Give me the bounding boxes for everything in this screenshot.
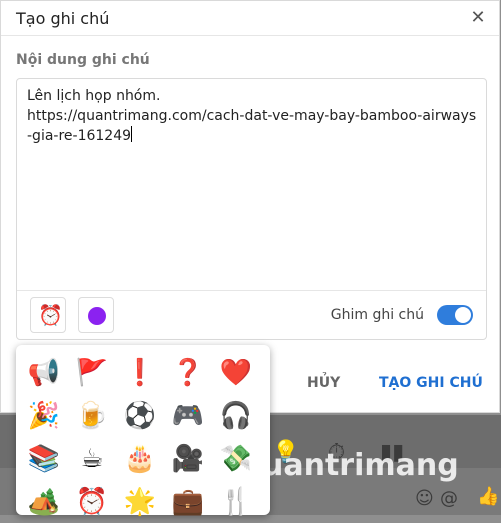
smile-icon: ☺ — [415, 488, 434, 509]
emoji-option[interactable]: ⏰ — [68, 480, 116, 523]
emoji-option[interactable]: 🍺 — [68, 394, 116, 437]
emoji-option[interactable]: 🏕️ — [20, 480, 68, 523]
dialog-title: Tạo ghi chú — [16, 9, 110, 28]
emoji-option[interactable]: 💸 — [212, 437, 260, 480]
emoji-option[interactable]: 🌟 — [116, 480, 164, 523]
emoji-option[interactable]: 🎉 — [20, 394, 68, 437]
emoji-option[interactable]: 🚩 — [68, 351, 116, 394]
create-note-button[interactable]: TẠO GHI CHÚ — [379, 375, 483, 391]
emoji-option[interactable]: ❗ — [116, 351, 164, 394]
toggle-knob — [455, 307, 471, 323]
emoji-option[interactable]: 🎂 — [116, 437, 164, 480]
section-label: Nội dung ghi chú — [16, 52, 150, 68]
watermark: uantrimang — [262, 448, 459, 483]
emoji-option[interactable]: 📢 — [20, 351, 68, 394]
note-text: Lên lịch họp nhóm. https://quantrimang.c… — [27, 88, 477, 144]
emoji-option[interactable]: ⚽ — [116, 394, 164, 437]
editor-toolbar: ⏰ Ghim ghi chú — [17, 290, 486, 341]
note-text-area[interactable]: Lên lịch họp nhóm. https://quantrimang.c… — [27, 86, 477, 146]
emoji-picker: 📢 🚩 ❗ ❓ ❤️ 🎉 🍺 ⚽ 🎮 🎧 📚 ☕ 🎂 🎥 💸 🏕️ ⏰ 🌟 💼 🍴 — [16, 345, 270, 517]
color-picker-button[interactable] — [78, 297, 114, 333]
emoji-option[interactable]: 🎮 — [164, 394, 212, 437]
emoji-option[interactable]: 🎧 — [212, 394, 260, 437]
cancel-button[interactable]: HỦY — [307, 375, 340, 391]
text-caret — [131, 126, 133, 142]
emoji-option[interactable]: ❤️ — [212, 351, 260, 394]
pin-note-toggle[interactable] — [437, 305, 473, 325]
alarm-clock-icon: ⏰ — [38, 303, 63, 327]
color-dot-icon — [88, 307, 106, 325]
emoji-option[interactable]: 📚 — [20, 437, 68, 480]
emoji-option[interactable]: 🎥 — [164, 437, 212, 480]
alarm-button[interactable]: ⏰ — [30, 297, 66, 333]
close-icon[interactable]: ✕ — [467, 7, 489, 29]
emoji-option[interactable]: ❓ — [164, 351, 212, 394]
emoji-option[interactable]: ☕ — [68, 437, 116, 480]
at-icon: @ — [440, 488, 458, 509]
emoji-grid: 📢 🚩 ❗ ❓ ❤️ 🎉 🍺 ⚽ 🎮 🎧 📚 ☕ 🎂 🎥 💸 🏕️ ⏰ 🌟 💼 🍴 — [20, 351, 270, 523]
dialog-header: Tạo ghi chú ✕ — [1, 1, 499, 36]
pin-note-label: Ghim ghi chú — [330, 307, 424, 323]
emoji-option[interactable]: 💼 — [164, 480, 212, 523]
emoji-option[interactable]: 🍴 — [212, 480, 260, 523]
thumbs-up-icon: 👍 — [477, 486, 500, 507]
note-editor[interactable]: Lên lịch họp nhóm. https://quantrimang.c… — [16, 78, 487, 340]
